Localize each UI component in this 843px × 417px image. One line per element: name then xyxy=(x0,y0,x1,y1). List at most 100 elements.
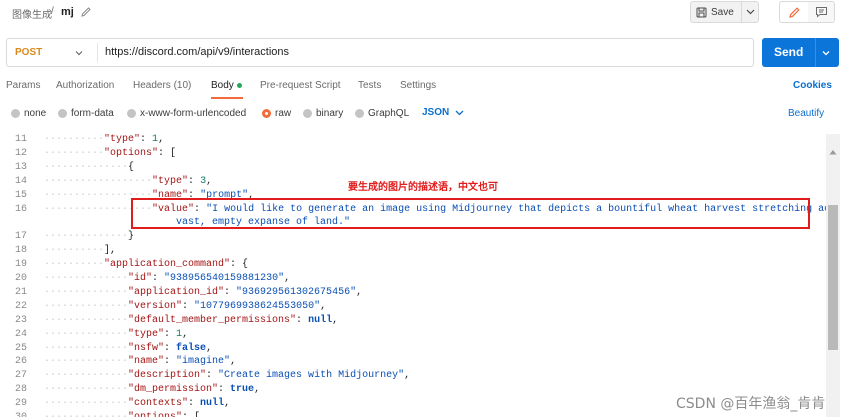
indent-guide: ·············· xyxy=(44,342,129,354)
tab-body[interactable]: Body xyxy=(211,80,242,91)
radio-circle xyxy=(127,109,136,118)
code-token: "nsfw" xyxy=(128,342,165,354)
edit-mode-button[interactable] xyxy=(780,2,808,22)
breadcrumb-collection[interactable]: 图像生成 xyxy=(12,6,52,21)
line-number: 23 xyxy=(14,314,27,326)
code-token: "type" xyxy=(152,175,189,187)
code-editor[interactable]: 11 ··········"type": 1, 12 ··········"optio… xyxy=(0,134,826,417)
indent-guide: ·············· xyxy=(44,286,129,298)
save-options-dropdown[interactable] xyxy=(741,2,758,22)
code-token: "936929561302675456" xyxy=(236,286,357,298)
indent-guide: ·············· xyxy=(44,231,129,243)
pencil-icon[interactable] xyxy=(80,6,92,18)
chevron-down-icon xyxy=(746,9,754,15)
code-token: , xyxy=(182,328,189,340)
tab-tests[interactable]: Tests xyxy=(358,80,381,91)
scroll-up-arrow-icon[interactable] xyxy=(829,149,837,155)
code-token: , xyxy=(206,175,213,187)
code-line: 24 ··············"type": 1, xyxy=(0,328,826,342)
radio-graphql[interactable]: GraphQL xyxy=(355,108,409,119)
code-text: ··············"id": "938956540159881230"… xyxy=(44,272,290,286)
code-token: { xyxy=(128,161,135,173)
code-line: 25 ··············"nsfw": false, xyxy=(0,342,826,356)
save-button[interactable]: Save xyxy=(691,2,741,22)
comments-button[interactable] xyxy=(808,2,834,22)
tab-pre-request-script[interactable]: Pre-request Script xyxy=(260,80,341,91)
line-number: 24 xyxy=(14,328,27,340)
code-line: 22 ··············"version": "107796993862… xyxy=(0,300,826,314)
code-token: : [ xyxy=(158,147,177,159)
line-number: 30 xyxy=(0,411,27,417)
annotation-highlight-box xyxy=(131,198,810,229)
code-line: 17 ··············} xyxy=(0,230,826,244)
code-text: ··········"type": 1, xyxy=(44,134,164,147)
body-status-dot xyxy=(236,82,242,88)
line-number: 13 xyxy=(14,161,27,173)
format-label: JSON xyxy=(422,107,450,118)
format-select[interactable]: JSON xyxy=(422,107,464,118)
code-token: , xyxy=(356,286,363,298)
radio-none[interactable]: none xyxy=(11,108,46,119)
code-line: 18 ··········], xyxy=(0,244,826,258)
indent-guide: ·········· xyxy=(44,134,105,145)
code-token: null xyxy=(308,314,333,326)
code-token: "version" xyxy=(128,300,183,312)
code-token: : xyxy=(164,328,177,340)
scrollbar-thumb[interactable] xyxy=(828,205,838,350)
tab-settings[interactable]: Settings xyxy=(400,80,436,91)
code-token: ], xyxy=(104,245,117,257)
tab-authorization[interactable]: Authorization xyxy=(56,80,114,91)
code-line: 12 ··········"options": [ xyxy=(0,147,826,161)
save-label: Save xyxy=(711,6,734,18)
cookies-link[interactable]: Cookies xyxy=(793,80,832,91)
radio-label: raw xyxy=(275,108,292,119)
pencil-icon xyxy=(788,6,800,18)
code-token: : xyxy=(296,314,309,326)
breadcrumb-separator: / xyxy=(51,6,54,17)
radio-form-data[interactable]: form-data xyxy=(58,108,114,119)
code-token: , xyxy=(158,134,165,145)
code-text: ··············"dm_permission": true, xyxy=(44,383,260,397)
radio-binary[interactable]: binary xyxy=(303,108,343,119)
send-button[interactable]: Send xyxy=(774,45,803,59)
line-number: 21 xyxy=(14,286,27,298)
indent-guide: ·············· xyxy=(44,398,129,410)
tab-body-label: Body xyxy=(211,80,234,91)
comment-icon xyxy=(815,7,827,18)
code-token: : xyxy=(164,342,177,354)
code-token: "id" xyxy=(128,273,153,284)
radio-label: binary xyxy=(316,108,344,119)
http-method-select[interactable]: POST xyxy=(15,47,42,58)
indent-guide: ·············· xyxy=(44,161,129,173)
line-number: 20 xyxy=(14,273,27,284)
code-token: : [ xyxy=(182,412,200,417)
chevron-down-icon[interactable] xyxy=(820,47,832,59)
code-token: , xyxy=(254,384,261,396)
chevron-down-icon[interactable] xyxy=(73,47,85,59)
radio-raw[interactable]: raw xyxy=(262,108,291,119)
code-token: "options" xyxy=(128,412,182,417)
code-text: ··············"nsfw": false, xyxy=(44,342,212,356)
code-line: 27 ··············"description": "Create i… xyxy=(0,369,826,383)
line-number: 25 xyxy=(14,342,27,354)
radio-circle xyxy=(58,109,67,118)
code-text: ··············"default_member_permission… xyxy=(44,314,338,328)
code-text: ··············} xyxy=(44,230,134,244)
code-line: 23 ··············"default_member_permissi… xyxy=(0,314,826,328)
tab-params[interactable]: Params xyxy=(6,80,40,91)
indent-guide: ·········· xyxy=(44,259,105,271)
indent-guide: ·············· xyxy=(44,273,129,284)
indent-guide: ·················· xyxy=(44,175,153,187)
code-text: ··············"options": [ xyxy=(44,411,200,417)
request-name[interactable]: mj xyxy=(61,6,74,18)
code-token: : xyxy=(206,370,219,382)
code-token: "938956540159881230" xyxy=(164,273,285,284)
code-token: , xyxy=(230,356,237,368)
top-bar: 图像生成 / mj Save xyxy=(0,0,843,28)
tab-headers[interactable]: Headers (10) xyxy=(133,80,191,91)
radio-x-www-form-urlencoded[interactable]: x-www-form-urlencoded xyxy=(127,108,246,119)
code-token: "application_id" xyxy=(128,286,225,298)
code-token: : xyxy=(218,384,231,396)
beautify-link[interactable]: Beautify xyxy=(788,108,824,119)
url-input[interactable]: https://discord.com/api/v9/interactions xyxy=(105,46,289,58)
